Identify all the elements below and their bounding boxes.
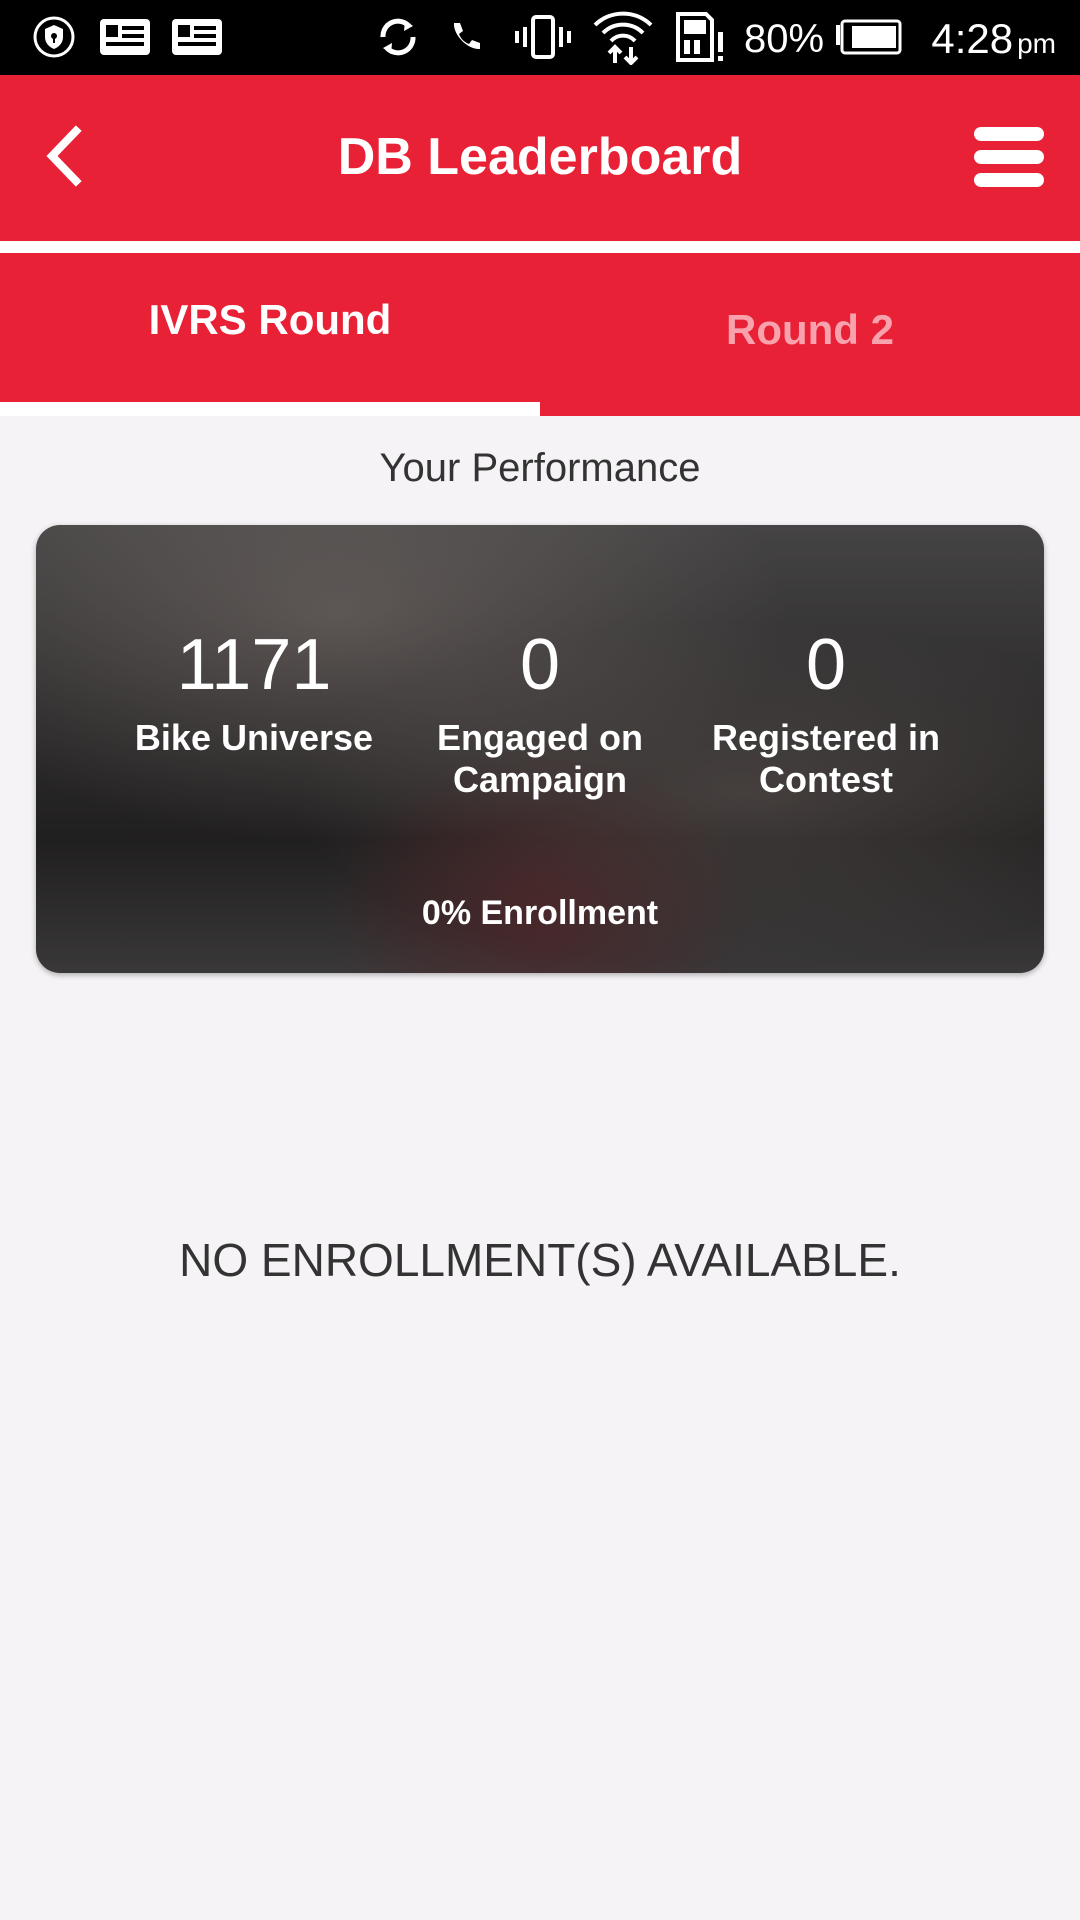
call-icon (444, 12, 488, 62)
tab-bar: IVRS Round Round 2 (0, 253, 1080, 416)
stat-value: 0 (519, 625, 561, 705)
tab-round-2[interactable]: Round 2 (540, 253, 1080, 416)
stat-label: Engaged on Campaign (437, 717, 643, 800)
header-divider (0, 241, 1080, 253)
news-icon (170, 12, 224, 62)
menu-icon (974, 127, 1044, 141)
stat-registered-in-contest: 0 Registered in Contest (676, 625, 976, 801)
stat-engaged-on-campaign: 0 Engaged on Campaign (390, 625, 690, 801)
stat-value: 0 (805, 625, 847, 705)
tab-label: Round 2 (726, 305, 894, 353)
menu-button[interactable] (974, 127, 1044, 187)
status-bar: 80% 4:28 pm (0, 0, 1080, 75)
app-bar: DB Leaderboard (0, 75, 1080, 241)
stat-bike-universe: 1171 Bike Universe (104, 625, 404, 759)
empty-state-message: NO ENROLLMENT(S) AVAILABLE. (179, 1234, 901, 1286)
tab-indicator (0, 402, 540, 416)
stat-label: Bike Universe (134, 717, 374, 758)
performance-card: 1171 Bike Universe 0 Engaged on Campaign… (36, 525, 1044, 973)
tab-label: IVRS Round (148, 295, 392, 343)
stat-value: 1171 (176, 625, 332, 705)
vibrate-icon (512, 12, 574, 62)
tab-ivrs-round[interactable]: IVRS Round (0, 253, 540, 416)
clock: 4:28 pm (931, 15, 1056, 62)
enrollment-percent: 0% Enrollment (421, 894, 659, 932)
shield-icon (30, 12, 78, 62)
sd-card-alert-icon (672, 12, 726, 62)
sync-icon (372, 12, 424, 62)
page-title: DB Leaderboard (337, 128, 743, 186)
battery-percent: 80% (744, 17, 825, 61)
wifi-icon (590, 11, 656, 65)
battery-icon (834, 12, 902, 62)
stat-label: Registered in Contest (711, 717, 941, 800)
section-title: Your Performance (379, 446, 701, 490)
news-icon (98, 12, 152, 62)
